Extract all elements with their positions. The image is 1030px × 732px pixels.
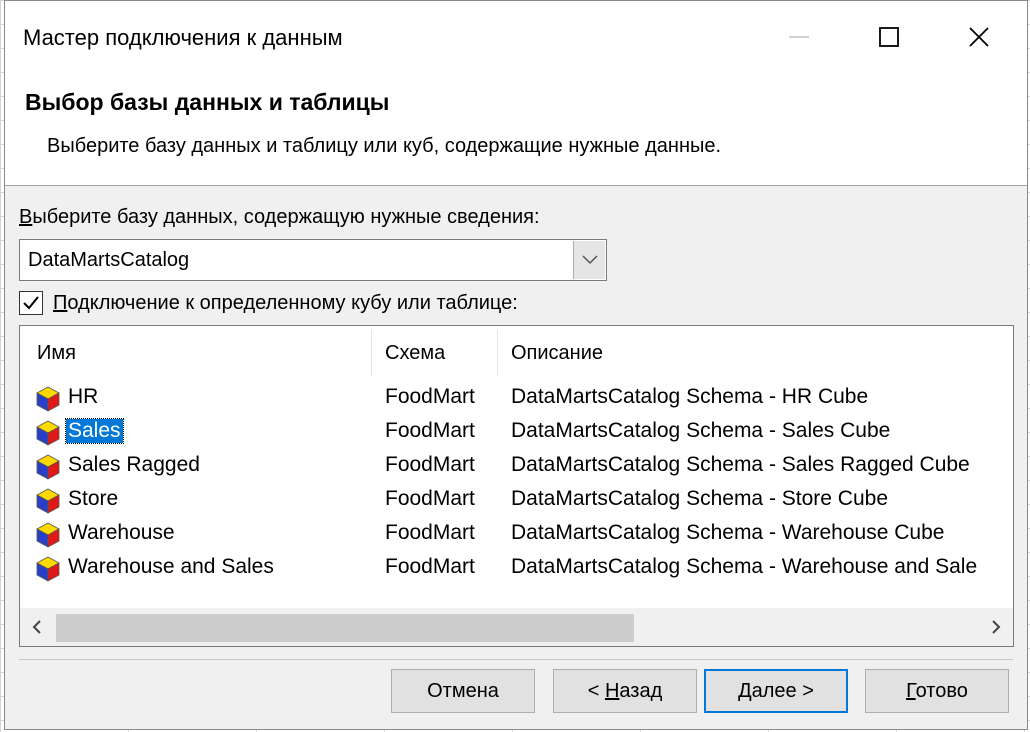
list-row-sales-ragged[interactable]: Sales Ragged FoodMart DataMartsCatalog S…	[20, 449, 1013, 483]
close-icon	[969, 27, 989, 47]
database-dropdown[interactable]: DataMartsCatalog	[19, 239, 607, 281]
chevron-right-icon	[992, 620, 1001, 634]
chevron-down-icon	[581, 255, 598, 265]
maximize-button[interactable]	[861, 11, 917, 63]
title-bar: Мастер подключения к данным	[5, 1, 1027, 73]
column-header-name[interactable]: Имя	[37, 342, 76, 365]
cube-icon	[36, 386, 60, 412]
row-name: HR	[68, 385, 99, 408]
database-label-text: ыберите базу данных, содержащую нужные с…	[32, 206, 540, 228]
list-row-warehouse[interactable]: Warehouse FoodMart DataMartsCatalog Sche…	[20, 517, 1013, 551]
column-header-schema[interactable]: Схема	[385, 342, 445, 365]
database-select-label: Выберите базу данных, содержащую нужные …	[19, 206, 540, 229]
next-button-label: Далее >	[738, 680, 814, 703]
list-row-store[interactable]: Store FoodMart DataMartsCatalog Schema -…	[20, 483, 1013, 517]
access-key: П	[53, 291, 68, 314]
cube-icon	[36, 556, 60, 582]
access-key: Н	[604, 679, 620, 702]
scrollbar-thumb[interactable]	[56, 614, 634, 642]
next-label-text: алее >	[751, 679, 814, 702]
finish-label-text: отово	[915, 679, 968, 702]
data-connection-wizard-dialog: Мастер подключения к данным Выбор базы д…	[4, 0, 1028, 730]
finish-button-label: Готово	[906, 680, 968, 703]
row-description: DataMartsCatalog Schema - Warehouse Cube	[511, 521, 945, 544]
column-divider[interactable]	[371, 330, 372, 376]
row-description: DataMartsCatalog Schema - Store Cube	[511, 487, 889, 510]
back-button-label: < Назад	[588, 680, 663, 703]
footer-divider	[19, 659, 1013, 660]
row-schema: FoodMart	[385, 453, 475, 476]
checkmark-icon	[23, 296, 39, 310]
access-key: В	[19, 206, 33, 228]
horizontal-scrollbar[interactable]	[20, 608, 1013, 646]
maximize-icon	[879, 27, 899, 47]
row-schema: FoodMart	[385, 419, 475, 442]
access-key: Г	[906, 679, 916, 702]
list-row-sales[interactable]: Sales FoodMart DataMartsCatalog Schema -…	[20, 415, 1013, 449]
cube-icon	[36, 522, 60, 548]
connect-specific-cube-checkbox[interactable]	[19, 291, 43, 315]
minimize-button[interactable]	[771, 11, 827, 63]
cancel-button[interactable]: Отмена	[391, 669, 535, 713]
step-description: Выберите базу данных и таблицу или куб, …	[47, 135, 722, 157]
minimize-icon	[789, 36, 809, 38]
row-description: DataMartsCatalog Schema - Sales Cube	[511, 419, 891, 442]
connect-specific-cube-label: Подключение к определенному кубу или таб…	[53, 292, 518, 315]
scroll-left-button[interactable]	[20, 608, 54, 646]
row-schema: FoodMart	[385, 521, 475, 544]
window-title: Мастер подключения к данным	[23, 25, 343, 50]
cancel-button-label: Отмена	[427, 679, 499, 702]
connect-specific-cube-row[interactable]: Подключение к определенному кубу или таб…	[19, 289, 518, 317]
row-description: DataMartsCatalog Schema - Warehouse and …	[511, 555, 978, 578]
cube-icon	[36, 454, 60, 480]
row-name: Warehouse and Sales	[68, 555, 274, 578]
column-header-description[interactable]: Описание	[511, 342, 603, 365]
list-row-hr[interactable]: HR FoodMart DataMartsCatalog Schema - HR…	[20, 381, 1013, 415]
row-schema: FoodMart	[385, 555, 475, 578]
cube-list[interactable]: Имя Схема Описание HR FoodMart DataMarts…	[19, 325, 1014, 647]
list-row-warehouse-and-sales[interactable]: Warehouse and Sales FoodMart DataMartsCa…	[20, 551, 1013, 585]
close-button[interactable]	[951, 11, 1007, 63]
scroll-right-button[interactable]	[979, 608, 1013, 646]
row-description: DataMartsCatalog Schema - HR Cube	[511, 385, 869, 408]
dropdown-toggle[interactable]	[573, 241, 605, 279]
next-button[interactable]: Далее >	[704, 669, 848, 713]
row-schema: FoodMart	[385, 385, 475, 408]
row-name: Store	[68, 487, 119, 510]
row-name: Sales Ragged	[68, 453, 200, 476]
checkbox-label-text: одключение к определенному кубу или табл…	[67, 291, 518, 314]
chevron-left-icon	[32, 620, 41, 634]
column-divider[interactable]	[497, 330, 498, 376]
cube-icon	[36, 420, 60, 446]
row-description: DataMartsCatalog Schema - Sales Ragged C…	[511, 453, 970, 476]
cube-icon	[36, 488, 60, 514]
database-dropdown-value: DataMartsCatalog	[28, 249, 190, 271]
row-name: Warehouse	[68, 521, 175, 544]
wizard-header: Выбор базы данных и таблицы Выберите баз…	[5, 73, 1027, 186]
finish-button[interactable]: Готово	[865, 669, 1009, 713]
access-key: Д	[738, 679, 752, 702]
step-title: Выбор базы данных и таблицы	[25, 89, 390, 115]
row-name-selected: Sales	[65, 418, 124, 444]
row-schema: FoodMart	[385, 487, 475, 510]
back-label-text: азад	[619, 679, 663, 702]
back-prefix: <	[587, 679, 605, 702]
back-button[interactable]: < Назад	[553, 669, 697, 713]
list-header: Имя Схема Описание	[20, 326, 1013, 380]
